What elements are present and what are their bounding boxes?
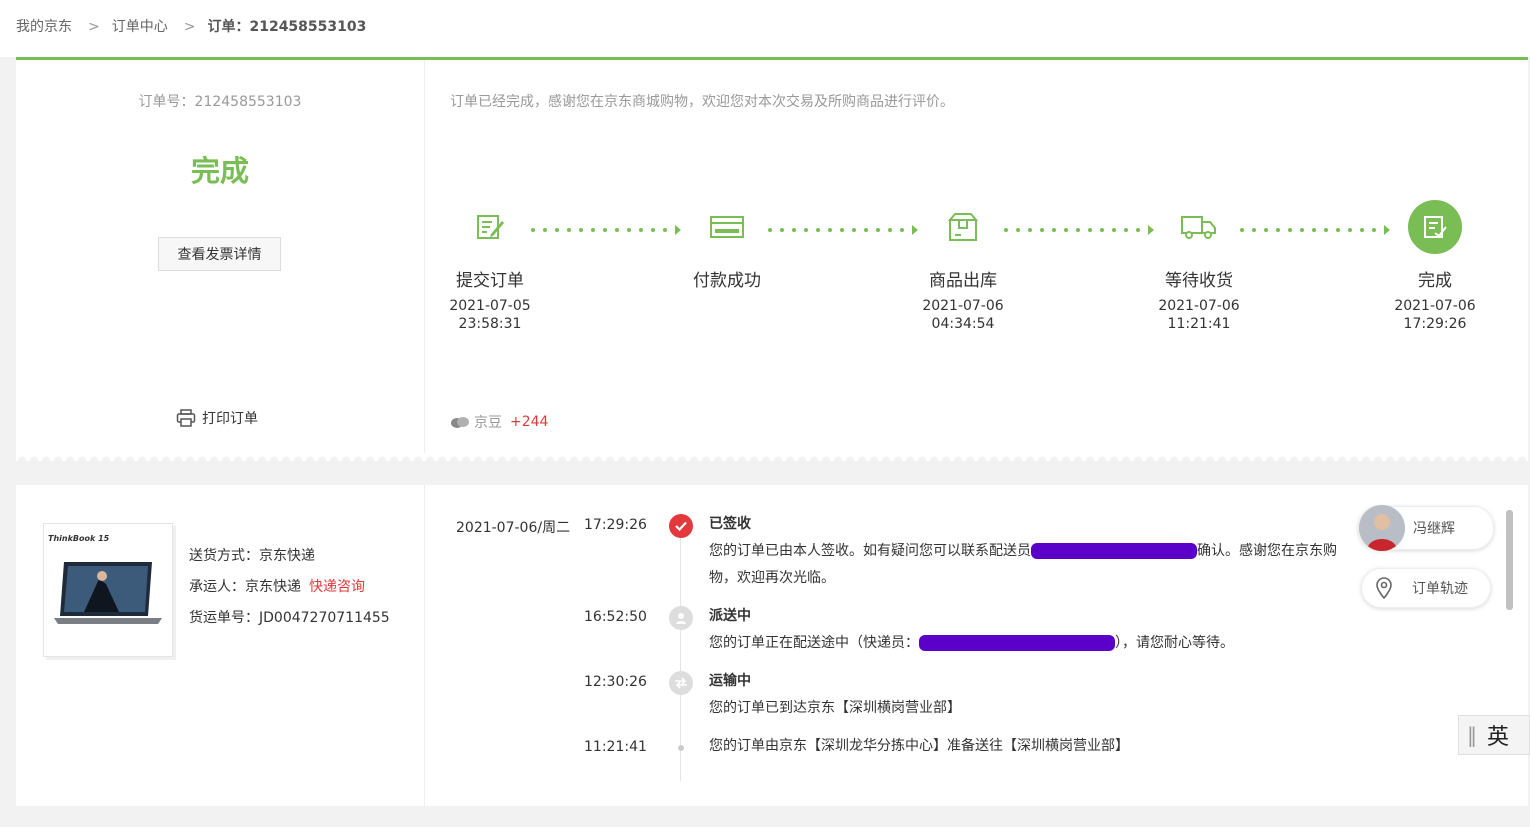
done-check-icon <box>1408 200 1462 254</box>
scallop-divider <box>16 453 1528 461</box>
event-title: 已签收 <box>709 516 751 532</box>
event-text-after: ），请您耐心等待。 <box>1115 635 1234 651</box>
step-label: 完成 <box>1418 271 1452 291</box>
step-label: 付款成功 <box>693 271 761 291</box>
timeline-line <box>680 525 681 781</box>
event-text: 您的订单已到达京东【深圳横岗营业部】 <box>709 700 961 716</box>
event-text: 您的订单由京东【深圳龙华分拣中心】准备送往【深圳横岗营业部】 <box>709 738 1129 754</box>
beans-value: +244 <box>510 414 549 430</box>
progress-connector <box>768 225 926 235</box>
event-title: 运输中 <box>709 673 751 689</box>
progress-steps: 提交订单 2021-07-05 23:58:31 付款成功 商品出库 2021-0… <box>425 200 1528 340</box>
product-thumbnail[interactable]: ThinkBook 15 <box>43 523 173 657</box>
step-payment: 付款成功 <box>667 200 787 297</box>
delivery-method: 送货方式：京东快递 <box>189 548 315 564</box>
breadcrumb-my-jd[interactable]: 我的京东 <box>16 19 72 35</box>
check-icon <box>669 514 693 538</box>
step-datetime: 2021-07-05 23:58:31 <box>449 298 531 332</box>
card-icon <box>700 200 754 254</box>
timeline-dot <box>678 745 684 751</box>
step-complete: 完成 2021-07-06 17:29:26 <box>1375 200 1495 333</box>
chevron-right-icon: > <box>88 19 100 35</box>
event-time: 16:52:50 <box>584 609 647 625</box>
carrier: 承运人：京东快递 <box>189 579 301 595</box>
event-body: 您的订单由京东【深圳龙华分拣中心】准备送往【深圳横岗营业部】 <box>709 733 1359 760</box>
order-progress: 订单已经完成，感谢您在京东商城购物，欢迎您对本次交易及所购商品进行评价。 提交订… <box>425 60 1528 456</box>
tracking-number: 货运单号：JD0047270711455 <box>189 610 390 626</box>
courier-contact-button[interactable]: 冯继辉 <box>1358 505 1494 551</box>
breadcrumb-current-order: 订单：212458553103 <box>207 19 367 35</box>
courier-name: 冯继辉 <box>1413 521 1455 537</box>
event-body: 运输中 您的订单已到达京东【深圳横岗营业部】 <box>709 668 1359 722</box>
timeline-scrollbar[interactable] <box>1506 510 1513 610</box>
chevron-right-icon: > <box>183 19 196 35</box>
redaction-mark <box>919 635 1115 651</box>
shipping-panel: ThinkBook 15 送货方式：京东快递 承运人：京东快递 快递咨询 货运单号… <box>16 485 1528 806</box>
event-date: 2021-07-06/周二 <box>456 520 571 536</box>
redaction-mark <box>1031 543 1197 559</box>
print-order-label: 打印订单 <box>202 411 258 427</box>
ime-mode: 英 <box>1487 725 1510 750</box>
event-text: 您的订单已由本人签收。如有疑问您可以联系配送员 <box>709 543 1031 559</box>
event-time: 11:21:41 <box>584 739 647 755</box>
transit-icon <box>669 671 693 695</box>
box-icon <box>936 200 990 254</box>
event-body: 派送中 您的订单正在配送途中（快递员： ），请您耐心等待。 <box>709 603 1359 657</box>
tracking-timeline[interactable]: 2021-07-06/周二 17:29:26 已签收 您的订单已由本人签收。如有… <box>425 485 1505 781</box>
grip-icon: ‖ <box>1467 723 1477 747</box>
print-order-button[interactable]: 打印订单 <box>176 408 258 428</box>
order-number: 订单号：212458553103 <box>138 94 302 110</box>
ime-indicator[interactable]: ‖ 英 <box>1458 715 1530 755</box>
order-track-button[interactable]: 订单轨迹 <box>1361 568 1491 608</box>
order-status-panel: 订单号：212458553103 完成 查看发票详情 打印订单 订单已经完成，感… <box>16 57 1528 456</box>
step-datetime: 2021-07-06 04:34:54 <box>922 298 1004 332</box>
beans-label: 京豆 <box>474 415 502 431</box>
form-edit-icon <box>463 200 517 254</box>
progress-connector <box>531 225 689 235</box>
event-title: 派送中 <box>709 608 751 624</box>
order-track-label: 订单轨迹 <box>1412 581 1468 597</box>
location-pin-icon <box>1376 577 1392 600</box>
step-datetime: 2021-07-06 11:21:41 <box>1158 298 1240 332</box>
carrier-row: 承运人：京东快递 快递咨询 <box>189 572 390 603</box>
printer-icon <box>176 409 196 427</box>
breadcrumb: 我的京东 > 订单中心 > 订单：212458553103 <box>16 16 366 36</box>
shipping-info: ThinkBook 15 送货方式：京东快递 承运人：京东快递 快递咨询 货运单号… <box>16 485 425 806</box>
event-time: 12:30:26 <box>584 674 647 690</box>
step-label: 等待收货 <box>1165 271 1233 291</box>
top-bar: 我的京东 > 订单中心 > 订单：212458553103 <box>0 0 1530 57</box>
courier-icon <box>669 606 693 630</box>
step-label: 提交订单 <box>456 271 524 291</box>
avatar <box>1359 505 1405 551</box>
order-status: 完成 <box>190 154 249 188</box>
step-outbound: 商品出库 2021-07-06 04:34:54 <box>903 200 1023 333</box>
progress-connector <box>1004 225 1162 235</box>
event-body: 已签收 您的订单已由本人签收。如有疑问您可以联系配送员 确认。感谢您在京东购物，欢… <box>709 511 1359 592</box>
courier-inquiry-link[interactable]: 快递咨询 <box>309 579 365 595</box>
shipping-details: 送货方式：京东快递 承运人：京东快递 快递咨询 货运单号：JD0047270711… <box>189 541 390 634</box>
step-label: 商品出库 <box>929 271 997 291</box>
step-submit: 提交订单 2021-07-05 23:58:31 <box>430 200 550 333</box>
event-time: 17:29:26 <box>584 517 647 533</box>
progress-connector <box>1240 225 1398 235</box>
bean-icon <box>451 417 469 428</box>
breadcrumb-order-center[interactable]: 订单中心 <box>112 19 168 35</box>
view-invoice-button[interactable]: 查看发票详情 <box>158 237 281 271</box>
truck-icon <box>1172 200 1226 254</box>
step-datetime: 2021-07-06 17:29:26 <box>1394 298 1476 332</box>
order-summary: 订单号：212458553103 完成 查看发票详情 打印订单 <box>16 60 425 456</box>
completion-notice: 订单已经完成，感谢您在京东商城购物，欢迎您对本次交易及所购商品进行评价。 <box>450 94 954 110</box>
laptop-icon <box>54 562 162 624</box>
event-text: 您的订单正在配送途中（快递员： <box>709 635 919 651</box>
jd-beans: 京豆 +244 <box>450 412 548 432</box>
step-awaiting-delivery: 等待收货 2021-07-06 11:21:41 <box>1139 200 1259 333</box>
